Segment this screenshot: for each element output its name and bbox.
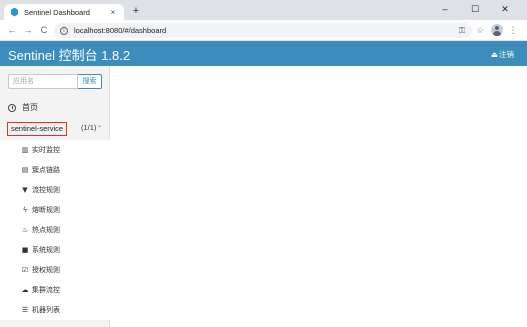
profile-avatar[interactable] — [491, 24, 503, 36]
browser-menu-icon[interactable]: ⋮ — [508, 24, 518, 36]
app-search: 搜索 — [8, 74, 102, 89]
sidebar-item-home[interactable]: 首页 — [8, 102, 38, 113]
power-icon — [8, 103, 16, 112]
cloud-icon: ☁ — [21, 286, 29, 294]
menu-item-hotspot-rules[interactable]: ♨ 热点规则 — [0, 220, 110, 240]
logout-button[interactable]: ⏏ 注销 — [491, 49, 514, 60]
menu-item-label: 流控规则 — [32, 187, 60, 194]
logout-icon: ⏏ — [490, 50, 498, 59]
th-list-icon: ☰ — [21, 306, 29, 314]
sidebar: 搜索 首页 sentinel-service (1/1) ⌄ ▥ 实时监控 ▤ … — [0, 66, 110, 327]
browser-tab[interactable]: Sentinel Dashboard × — [4, 4, 124, 20]
menu-item-label: 实时监控 — [32, 147, 60, 154]
address-bar[interactable]: i localhost:8080/#/dashboard — [54, 23, 472, 38]
menu-item-label: 簇点链路 — [32, 167, 60, 174]
menu-item-authority-rules[interactable]: ☑ 授权规则 — [0, 260, 110, 280]
maximize-button[interactable]: ☐ — [468, 2, 482, 16]
app-machine-count: (1/1) — [81, 123, 97, 132]
app-title: Sentinel 控制台 1.8.2 — [8, 48, 131, 63]
tab-title: Sentinel Dashboard — [24, 7, 90, 17]
reload-icon[interactable]: C — [38, 24, 50, 36]
sentinel-favicon-icon — [10, 8, 19, 17]
site-info-icon[interactable]: i — [60, 26, 68, 35]
menu-item-machine-list[interactable]: ☰ 机器列表 — [0, 300, 110, 320]
tab-close-icon[interactable]: × — [108, 8, 118, 17]
bar-chart-icon: ▥ — [21, 146, 29, 154]
menu-item-label: 集群流控 — [32, 287, 60, 294]
minimize-button[interactable]: – — [438, 2, 452, 16]
fire-icon: ♨ — [21, 226, 29, 234]
app-name: sentinel-service — [7, 122, 68, 136]
search-button[interactable]: 搜索 — [78, 74, 102, 89]
chevron-down-icon: ⌄ — [97, 123, 103, 129]
menu-item-label: 熔断规则 — [32, 207, 60, 214]
menu-item-flow-rules[interactable]: ▼ 流控规则 — [0, 180, 110, 200]
filter-icon: ▼ — [22, 186, 28, 194]
menu-item-label: 机器列表 — [32, 307, 60, 314]
browser-titlebar: Sentinel Dashboard × + – ☐ ✕ — [0, 0, 527, 20]
menu-item-label: 系统规则 — [32, 247, 60, 254]
bolt-icon: ϟ — [22, 206, 28, 214]
app-menu: ▥ 实时监控 ▤ 簇点链路 ▼ 流控规则 ϟ 熔断规则 ♨ 热点规则 ■ 系统规… — [0, 140, 110, 320]
menu-item-label: 授权规则 — [32, 267, 60, 274]
check-icon: ☑ — [21, 266, 29, 274]
bookmark-star-icon[interactable]: ☆ — [474, 24, 486, 36]
list-icon: ▤ — [21, 166, 29, 174]
menu-item-label: 热点规则 — [32, 227, 60, 234]
url-text[interactable]: localhost:8080/#/dashboard — [74, 26, 166, 35]
sidebar-item-label: 首页 — [22, 103, 38, 112]
back-arrow-icon[interactable]: ← — [6, 24, 18, 36]
menu-item-degrade-rules[interactable]: ϟ 熔断规则 — [0, 200, 110, 220]
menu-item-cluster-flow[interactable]: ☁ 集群流控 — [0, 280, 110, 300]
new-tab-button[interactable]: + — [130, 5, 142, 17]
menu-item-system-rules[interactable]: ■ 系统规则 — [0, 240, 110, 260]
browser-toolbar: ← → C i localhost:8080/#/dashboard ⚿ ☆ ⋮ — [0, 20, 527, 41]
forward-arrow-icon[interactable]: → — [22, 24, 34, 36]
app-group-sentinel-service[interactable]: sentinel-service (1/1) ⌄ — [0, 120, 110, 139]
lock-icon: ■ — [21, 246, 29, 254]
app-search-input[interactable] — [8, 74, 78, 89]
key-icon[interactable]: ⚿ — [456, 24, 468, 36]
logout-label: 注销 — [499, 50, 514, 59]
close-window-button[interactable]: ✕ — [498, 2, 512, 16]
main-content — [111, 66, 527, 327]
menu-item-resource-chain[interactable]: ▤ 簇点链路 — [0, 160, 110, 180]
menu-item-realtime-monitor[interactable]: ▥ 实时监控 — [0, 140, 110, 160]
app-header: Sentinel 控制台 1.8.2 ⏏ 注销 — [0, 41, 527, 66]
